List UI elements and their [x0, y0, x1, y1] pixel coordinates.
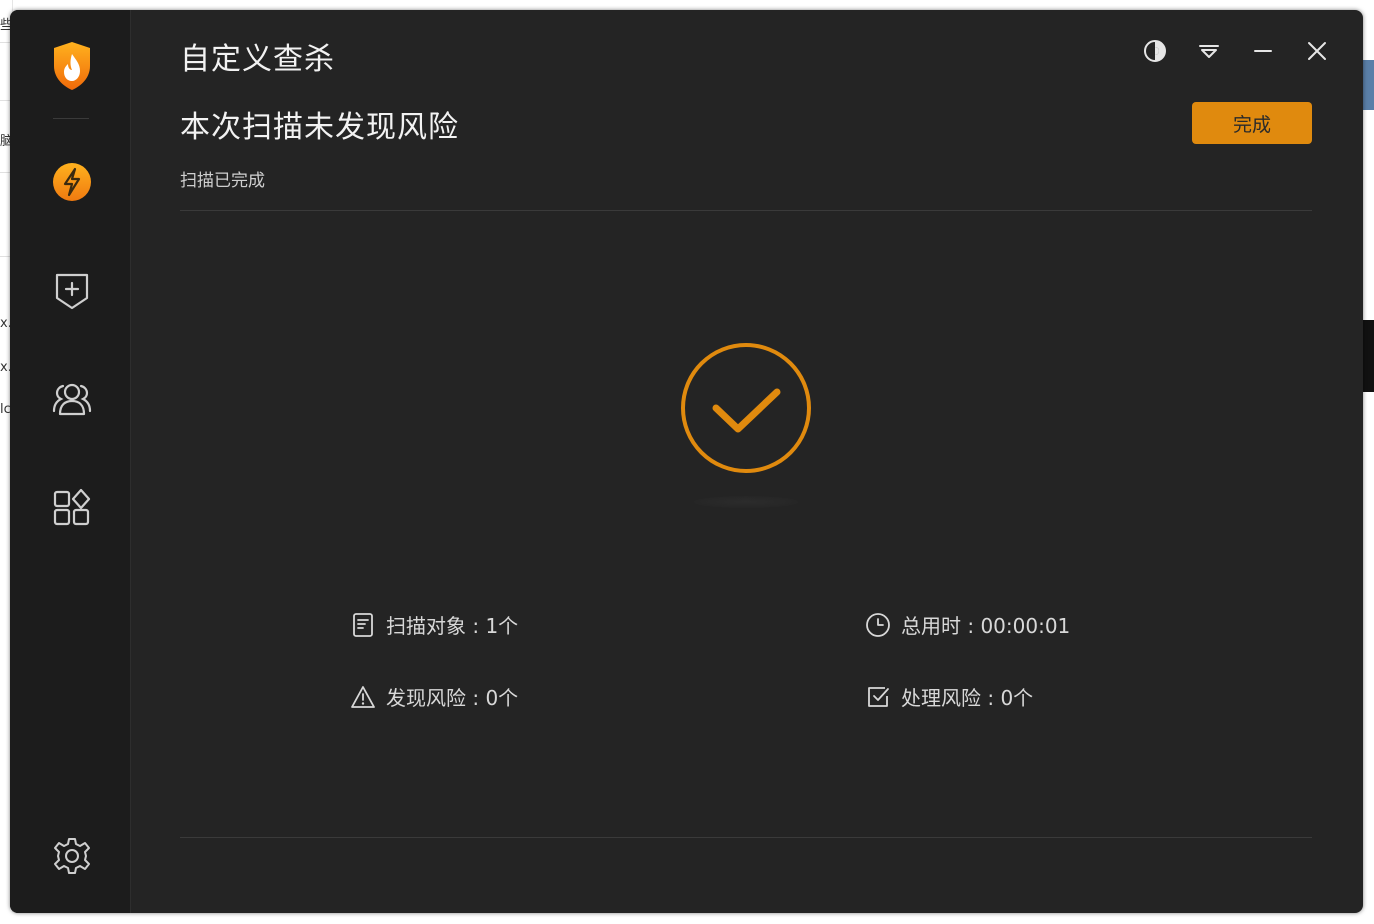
success-check-icon	[676, 338, 816, 478]
sidebar-divider	[53, 118, 89, 119]
stat-scan-objects: 扫描对象 : 1个	[350, 610, 518, 639]
shield-plus-icon	[52, 270, 92, 314]
menu-dropdown-icon	[1197, 39, 1221, 67]
sidebar-item-apps[interactable]	[50, 488, 94, 532]
users-icon	[52, 378, 92, 422]
stat-label: 总用时 : 00:00:01	[901, 614, 1071, 638]
antivirus-window: 自定义查杀 本次扫描未发现风险 扫描已完成 完成 扫描对象: 1个 发现风险 …	[10, 10, 1363, 913]
sidebar	[10, 10, 131, 913]
close-icon	[1305, 39, 1329, 67]
lightning-icon	[52, 162, 92, 206]
divider	[180, 837, 1312, 838]
theme-toggle-button[interactable]	[1140, 38, 1170, 68]
sidebar-item-settings[interactable]	[50, 836, 94, 880]
app-logo-icon	[50, 40, 94, 92]
stat-label: 发现风险 : 0个	[386, 686, 519, 710]
divider	[180, 210, 1312, 211]
stat-label: 处理风险 : 0个	[901, 686, 1034, 710]
menu-dropdown-button[interactable]	[1194, 38, 1224, 68]
page-title: 自定义查杀	[180, 42, 335, 77]
stat-found-risks: 发现风险 : 0个	[350, 682, 518, 711]
contrast-icon	[1143, 39, 1167, 67]
minimize-icon	[1251, 39, 1275, 67]
gear-icon	[52, 836, 92, 880]
document-icon	[350, 612, 376, 638]
background-window-right	[1362, 0, 1374, 924]
result-heading: 本次扫描未发现风险	[180, 110, 459, 145]
clock-icon	[865, 612, 891, 638]
apps-icon	[52, 488, 92, 532]
check-shadow	[694, 496, 798, 508]
background-window-bottom	[0, 912, 1374, 924]
sidebar-item-quick-scan[interactable]	[50, 162, 94, 206]
done-button[interactable]: 完成	[1192, 102, 1312, 144]
sidebar-item-protection[interactable]	[50, 270, 94, 314]
sidebar-item-users[interactable]	[50, 378, 94, 422]
scan-status: 扫描已完成	[180, 171, 265, 191]
checkbox-icon	[865, 684, 891, 710]
stat-label: 扫描对象 : 1个	[386, 614, 519, 638]
stat-total-time: 总用时 : 00:00:01	[865, 610, 1070, 639]
stat-handled-risks: 处理风险 : 0个	[865, 682, 1033, 711]
minimize-button[interactable]	[1248, 38, 1278, 68]
close-button[interactable]	[1302, 38, 1332, 68]
warning-icon	[350, 684, 376, 710]
